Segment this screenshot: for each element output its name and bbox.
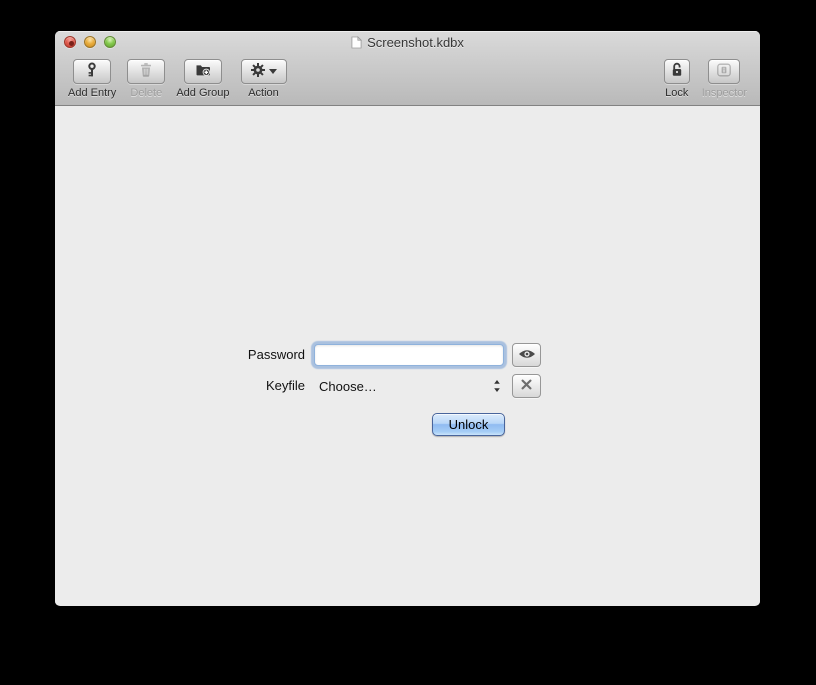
toolbar-label-action: Action [248, 87, 279, 99]
trash-icon [138, 62, 154, 81]
action-button[interactable] [241, 59, 287, 84]
password-label: Password [185, 344, 305, 366]
keyfile-label: Keyfile [185, 375, 305, 397]
zoom-button[interactable] [104, 36, 116, 48]
eye-icon [518, 348, 536, 363]
toolbar-label-inspector: Inspector [702, 87, 747, 99]
toolbar-item-lock: Lock [664, 59, 690, 99]
inspector-button[interactable] [708, 59, 740, 84]
window-controls [64, 31, 116, 53]
popup-arrows-icon [493, 379, 501, 393]
delete-button[interactable] [127, 59, 165, 84]
inspector-panel-icon [716, 62, 732, 81]
close-x-icon [520, 378, 533, 394]
toolbar-label-delete: Delete [130, 87, 162, 99]
toolbar-item-add-group: Add Group [176, 59, 229, 99]
lock-button[interactable] [664, 59, 690, 84]
padlock-open-icon [669, 62, 685, 81]
minimize-button[interactable] [84, 36, 96, 48]
app-window: Screenshot.kdbx [55, 31, 760, 606]
clear-keyfile-button[interactable] [512, 374, 541, 398]
toolbar-item-inspector: Inspector [702, 59, 747, 99]
document-icon [351, 36, 362, 49]
toolbar-item-action: Action [241, 59, 287, 99]
folder-plus-icon [195, 62, 211, 81]
toolbar-item-delete: Delete [127, 59, 165, 99]
unlock-button[interactable]: Unlock [432, 413, 505, 436]
window-title: Screenshot.kdbx [367, 35, 464, 50]
desktop-background: Screenshot.kdbx [0, 0, 816, 685]
toolbar-label-add-entry: Add Entry [68, 87, 116, 99]
key-icon [84, 62, 100, 81]
document-modified-dot [69, 41, 74, 46]
title-bar[interactable]: Screenshot.kdbx [55, 31, 760, 53]
password-input[interactable] [314, 344, 504, 366]
reveal-password-button[interactable] [512, 343, 541, 367]
toolbar: Add Entry [55, 53, 760, 99]
gear-icon [250, 62, 266, 81]
unlock-screen: Password Keyfile Choose… [55, 106, 760, 605]
add-group-button[interactable] [184, 59, 222, 84]
window-header: Screenshot.kdbx [55, 31, 760, 106]
add-entry-button[interactable] [73, 59, 111, 84]
chevron-down-icon [269, 69, 277, 74]
toolbar-label-add-group: Add Group [176, 87, 229, 99]
toolbar-label-lock: Lock [665, 87, 688, 99]
keyfile-popup[interactable]: Choose… [314, 375, 504, 397]
toolbar-item-add-entry: Add Entry [68, 59, 116, 99]
close-button[interactable] [64, 36, 76, 48]
keyfile-selected-value: Choose… [319, 379, 377, 394]
